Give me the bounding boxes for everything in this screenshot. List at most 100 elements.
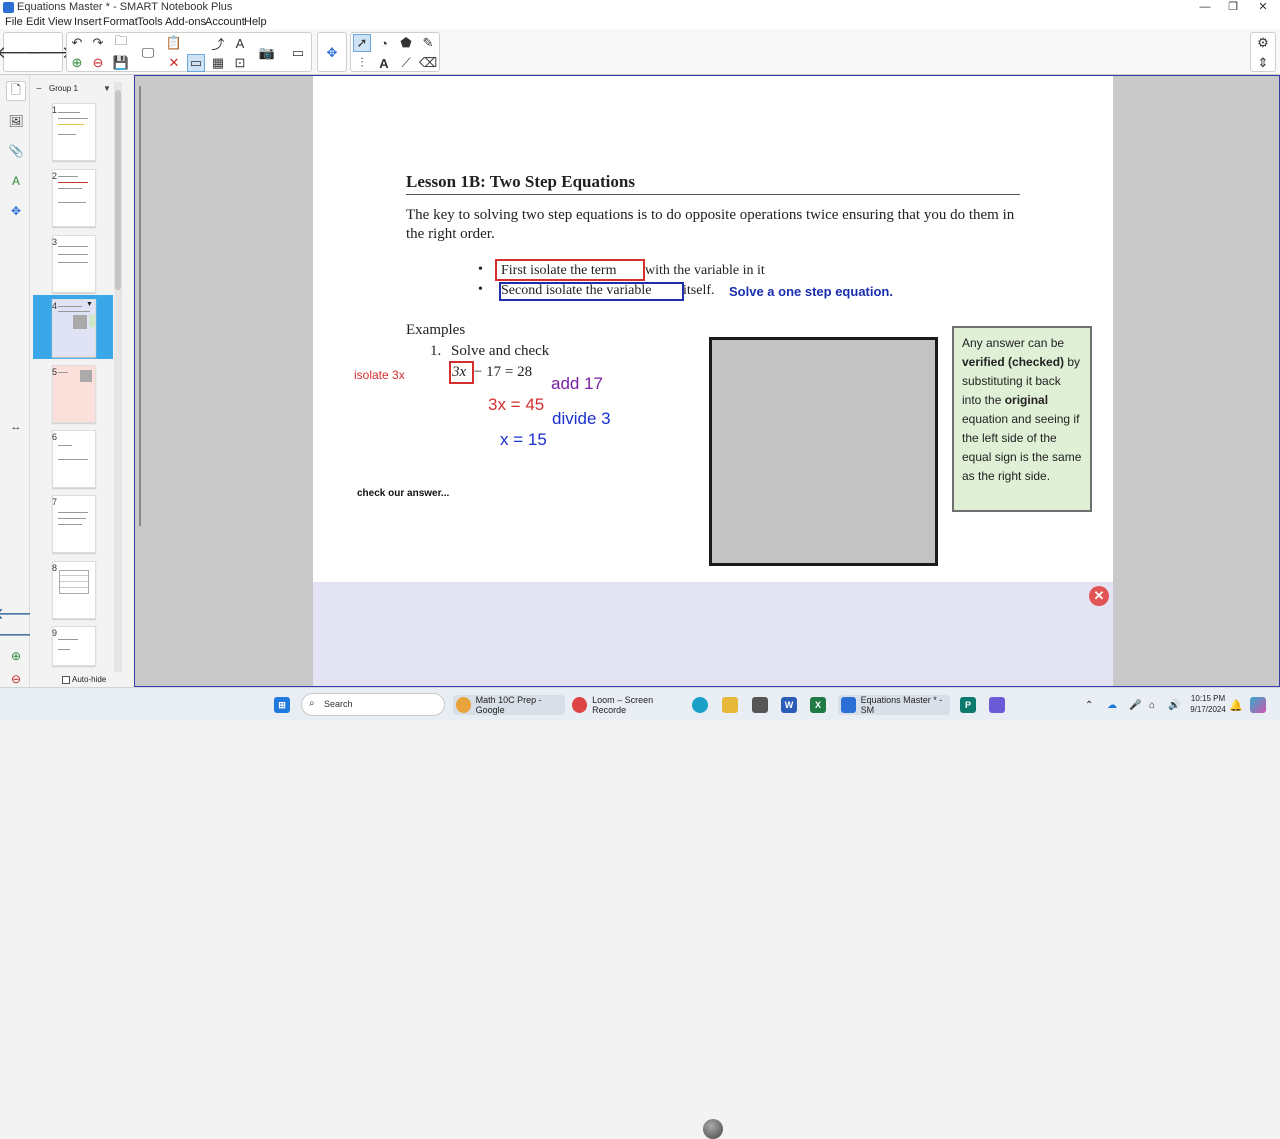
- menu-account[interactable]: Account: [205, 16, 245, 28]
- redo-icon[interactable]: ↷: [89, 34, 107, 52]
- taskbar-app-loom[interactable]: Loom – Screen Recorde: [572, 695, 684, 715]
- undo-icon[interactable]: ↶: [68, 34, 86, 52]
- resize-handle-icon[interactable]: ↔: [6, 417, 26, 437]
- taskbar-publisher[interactable]: P: [960, 695, 981, 715]
- network-icon[interactable]: ⌂: [1149, 695, 1155, 715]
- microphone-icon[interactable]: 🎤: [1129, 695, 1141, 715]
- text-style-icon[interactable]: A: [231, 34, 249, 52]
- notebook-page[interactable]: Lesson 1B: Two Step Equations The key to…: [313, 76, 1113, 582]
- add-page-icon[interactable]: ⊕: [68, 54, 86, 72]
- camera-icon[interactable]: 📷: [258, 44, 276, 62]
- auto-hide-checkbox[interactable]: [62, 675, 70, 684]
- restore-button[interactable]: ❐: [1219, 0, 1247, 15]
- verification-note-box[interactable]: Any answer can be verified (checked) by …: [952, 326, 1092, 512]
- delete-page-sidebar-icon[interactable]: ⊖: [6, 669, 26, 689]
- menu-file[interactable]: File: [5, 16, 23, 28]
- taskbar-edge[interactable]: [692, 695, 713, 715]
- menu-addons[interactable]: Add-ons: [165, 16, 206, 28]
- page-thumbnail[interactable]: 7: [30, 495, 120, 557]
- divide-note[interactable]: divide 3: [552, 409, 611, 429]
- menu-bar: File Edit View Insert Format Tools Add-o…: [0, 15, 1280, 29]
- next-page-icon[interactable]: 🡒: [26, 43, 72, 62]
- minimize-button[interactable]: —: [1191, 0, 1219, 15]
- check-answer-note[interactable]: check our answer...: [357, 488, 449, 499]
- menu-format[interactable]: Format: [103, 16, 138, 28]
- move-sidebar-left-icon[interactable]: 🡐: [0, 603, 37, 623]
- step3-note[interactable]: x = 15: [500, 430, 547, 450]
- select-tool-icon[interactable]: ➚: [353, 34, 371, 52]
- toolbar-position-icon[interactable]: ⇕: [1254, 54, 1272, 72]
- eraser-tool-icon[interactable]: ⌫: [419, 54, 437, 72]
- group-menu-icon[interactable]: ▼: [103, 84, 111, 93]
- page-menu-icon[interactable]: ▼: [86, 301, 93, 308]
- line-tool-icon[interactable]: ⟋: [397, 54, 415, 72]
- properties-tab-icon[interactable]: A: [6, 171, 26, 191]
- menu-tools[interactable]: Tools: [137, 16, 163, 28]
- screen-shade-icon[interactable]: ⤴: [209, 34, 227, 52]
- close-window-button[interactable]: ✕: [1249, 0, 1277, 15]
- add-page-sidebar-icon[interactable]: ⊕: [6, 646, 26, 666]
- taskbar-word[interactable]: W: [781, 695, 802, 715]
- lesson-title: Lesson 1B: Two Step Equations: [406, 172, 635, 191]
- taskbar-app-notebook[interactable]: Equations Master * - SM: [838, 695, 950, 715]
- one-step-note[interactable]: Solve a one step equation.: [729, 284, 893, 299]
- menu-view[interactable]: View: [48, 16, 72, 28]
- menu-insert[interactable]: Insert: [74, 16, 102, 28]
- taskbar-snip[interactable]: [989, 695, 1010, 715]
- page-thumbnail[interactable]: 5: [30, 365, 120, 427]
- video-icon[interactable]: ▭: [289, 44, 307, 62]
- add-note[interactable]: add 17: [551, 374, 603, 394]
- page-thumbnail[interactable]: 6: [30, 430, 120, 492]
- delete-icon[interactable]: ✕: [165, 54, 183, 72]
- clock[interactable]: 10:15 PM 9/17/2024: [1190, 693, 1226, 714]
- save-icon[interactable]: 💾: [112, 54, 130, 72]
- volume-icon[interactable]: 🔊: [1168, 695, 1180, 715]
- menu-help[interactable]: Help: [244, 16, 267, 28]
- tray-overflow-icon[interactable]: ⌃: [1085, 695, 1093, 715]
- screen-shade-box[interactable]: [709, 337, 938, 566]
- addons-icon[interactable]: ✥: [323, 44, 341, 62]
- page-thumbnail[interactable]: 3: [30, 235, 120, 297]
- taskbar-explorer[interactable]: [722, 695, 743, 715]
- onedrive-icon[interactable]: ☁: [1107, 695, 1117, 715]
- delete-page-icon[interactable]: ⊖: [89, 54, 107, 72]
- close-icon[interactable]: ✕: [1089, 586, 1109, 606]
- page-thumbnail-selected[interactable]: 4 ▼: [30, 299, 120, 361]
- open-file-icon[interactable]: 🗀: [112, 33, 130, 52]
- move-sidebar-right-icon[interactable]: 🡒: [0, 624, 37, 644]
- page-sorter-tab-icon[interactable]: 🗋: [6, 81, 26, 101]
- pen-tool-icon[interactable]: ✎: [419, 34, 437, 52]
- fill-tool-icon[interactable]: ⬟: [397, 34, 415, 52]
- start-button[interactable]: ⊞: [274, 695, 295, 715]
- collapse-group-icon[interactable]: −: [36, 84, 42, 95]
- copilot-icon[interactable]: [1250, 695, 1271, 715]
- taskbar-store[interactable]: [752, 695, 773, 715]
- bullet1-boxed-text: First isolate the term: [501, 263, 617, 278]
- menu-edit[interactable]: Edit: [26, 16, 45, 28]
- paste-icon[interactable]: 📋: [165, 34, 183, 52]
- taskbar-excel[interactable]: X: [810, 695, 831, 715]
- text-tool-icon[interactable]: A: [375, 54, 393, 72]
- gallery-tab-icon[interactable]: 🖼: [6, 111, 26, 131]
- sorter-scroll-thumb[interactable]: [115, 90, 121, 290]
- step2-note[interactable]: 3x = 45: [488, 395, 544, 415]
- notification-bell-icon[interactable]: 🔔: [1229, 695, 1243, 715]
- capture-icon[interactable]: ⊡: [231, 54, 249, 72]
- full-screen-icon[interactable]: ▭: [187, 54, 205, 72]
- sorter-scrollbar[interactable]: [114, 82, 122, 672]
- taskbar-search[interactable]: ⌕ Search: [301, 693, 445, 716]
- page-thumbnail[interactable]: 2: [30, 169, 120, 231]
- table-icon[interactable]: ▦: [209, 54, 227, 72]
- addons-tab-icon[interactable]: ✥: [6, 201, 26, 221]
- screen-display-icon[interactable]: 🖵: [139, 44, 157, 62]
- page-thumbnail[interactable]: 8: [30, 561, 120, 623]
- isolate-note[interactable]: isolate 3x: [354, 368, 405, 382]
- attachments-tab-icon[interactable]: 📎: [6, 141, 26, 161]
- properties-tool-icon[interactable]: ⫶: [353, 54, 371, 72]
- gear-icon[interactable]: ⚙: [1254, 34, 1272, 52]
- shapes-tool-icon[interactable]: ◔: [375, 34, 393, 52]
- auto-hide-toggle[interactable]: Auto-hide: [62, 675, 106, 684]
- page-thumbnail[interactable]: 1: [30, 103, 120, 165]
- taskbar-app-label: Loom – Screen Recorde: [592, 695, 654, 715]
- taskbar-app-chrome-math[interactable]: Math 10C Prep - Google: [453, 695, 565, 715]
